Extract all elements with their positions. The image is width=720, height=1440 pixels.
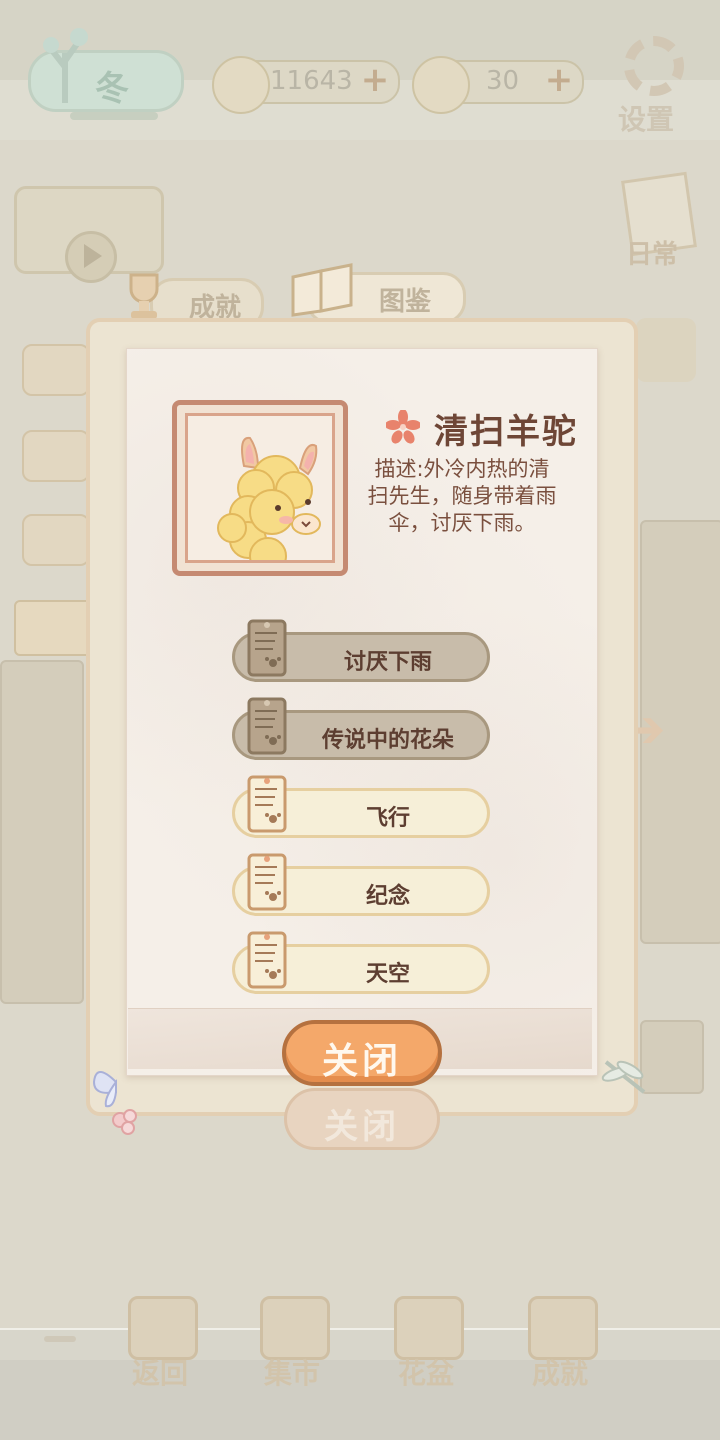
cheese-icon [412,56,470,114]
nav-flowerpot-label: 花盆 [397,1357,454,1390]
background-building-left [0,660,84,1004]
settings-label: 设置 [618,103,675,136]
story-entry-4[interactable]: 纪念 [232,853,490,916]
scroll-paw-icon [247,853,287,911]
story-entry-2[interactable]: 传说中的花朵 [232,697,490,760]
currency-cheese-value: 30 [486,66,520,96]
daily-button[interactable]: 日常 [618,171,698,272]
fish-bone-icon [212,56,270,114]
story-entry-3[interactable]: 飞行 [232,775,490,838]
story-entry-label: 讨厌下雨 [343,650,432,675]
character-portrait [172,400,348,576]
portrait-inner [185,413,335,563]
alpaca-icon [217,436,321,560]
nav-market[interactable]: 集市 [242,1296,342,1392]
scroll-paw-icon [247,697,287,755]
story-entry-label: 飞行 [365,806,410,831]
character-name: 清扫羊驼 [434,412,578,452]
play-icon [65,231,117,283]
story-entry-label: 天空 [365,962,410,987]
close-button-shadow: 关闭 [284,1088,440,1150]
dragonfly-icon [601,1060,646,1094]
tab-encyclopedia[interactable]: 图鉴 [291,263,466,324]
bottom-bar-base [0,1360,720,1440]
close-button-label: 关闭 [321,1041,402,1082]
video-ad-button[interactable] [14,186,164,283]
currency-fish-value: 11643 [270,66,353,96]
daily-label: 日常 [626,240,679,270]
settings-button[interactable]: 设置 [612,36,696,136]
currency-fish-pill: 11643 + [212,56,400,114]
nav-flowerpot[interactable]: 花盆 [376,1296,476,1392]
bottom-bar-indicator [44,1336,76,1342]
tree-icon [43,28,88,103]
character-description: 描述:外冷内热的清扫先生，随身带着雨伞，讨厌下雨。 [367,457,557,535]
season-badge[interactable]: 冬 [28,28,184,112]
nav-market-label: 集市 [263,1357,320,1390]
nav-achievements-label: 成就 [531,1357,588,1390]
book-icon [128,1296,198,1360]
close-button-shadow-label: 关闭 [324,1107,400,1147]
open-book-icon [291,263,353,317]
flowerpot-icon [394,1296,464,1360]
season-label: 冬 [95,69,129,109]
story-entry-5[interactable]: 天空 [232,931,490,994]
scroll-paw-icon [247,619,287,677]
scroll-paw-icon [247,775,287,833]
currency-fish-add-button[interactable]: + [358,63,392,98]
achievement-icon [528,1296,598,1360]
trophy-icon [129,273,159,319]
shop-icon [260,1296,330,1360]
story-entry-label: 纪念 [365,884,410,909]
nav-back-label: 返回 [131,1357,188,1390]
currency-cheese-add-button[interactable]: + [542,63,576,98]
flower-icon [386,410,420,444]
scroll-paw-icon [247,931,287,989]
story-entry-label: 传说中的花朵 [321,728,454,753]
side-letter-item[interactable] [22,430,90,482]
side-build-button[interactable] [636,318,696,382]
close-button[interactable]: 关闭 [282,1020,442,1086]
story-entry-1[interactable]: 讨厌下雨 [232,619,490,682]
side-rose-item[interactable] [22,344,90,396]
nav-achievements[interactable]: 成就 [510,1296,610,1392]
season-progress-bar [70,112,158,120]
tab-encyclopedia-label: 图鉴 [379,287,432,317]
currency-cheese-pill: 30 + [412,56,584,114]
butterfly-icon [92,1071,137,1135]
gear-icon [624,36,684,96]
side-envelope-item[interactable] [22,514,90,566]
nav-back[interactable]: 返回 [110,1296,210,1392]
